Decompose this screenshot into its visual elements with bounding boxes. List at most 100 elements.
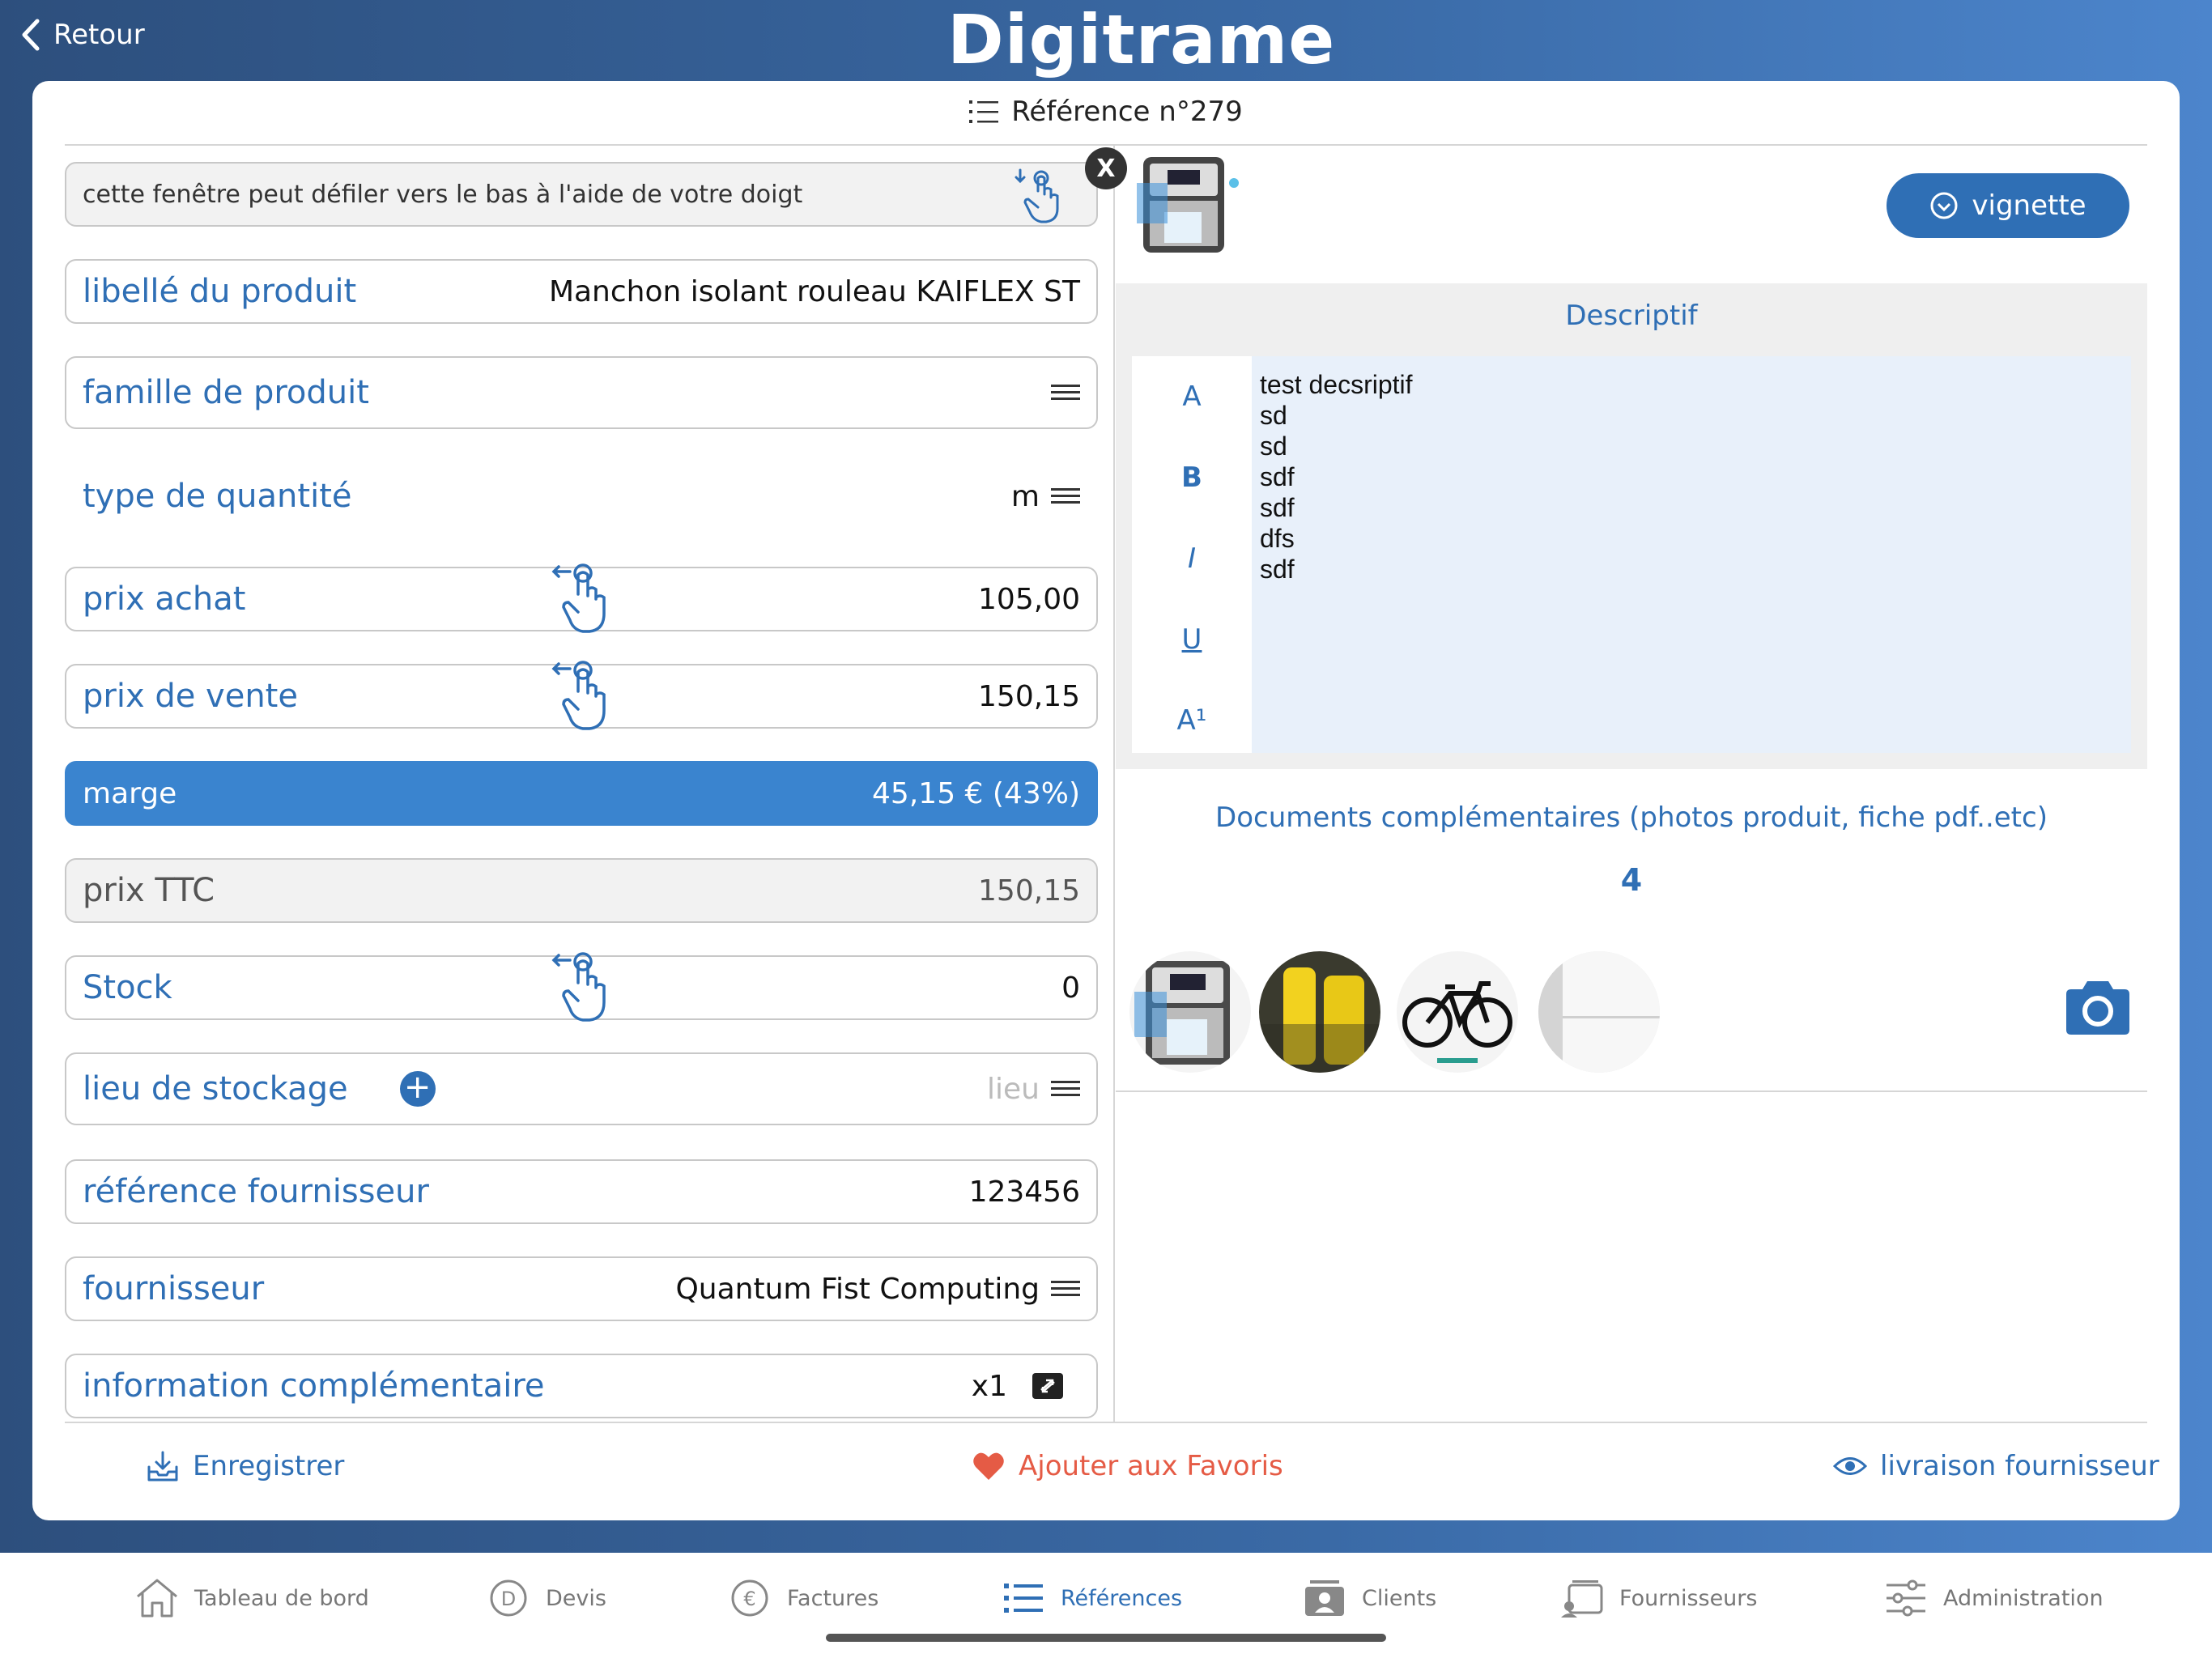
product-family-field[interactable]: famille de produit [65, 356, 1098, 429]
save-tray-icon [147, 1451, 178, 1482]
tab-label: Administration [1943, 1585, 2104, 1611]
description-line: dfs [1260, 524, 1295, 553]
format-toolbar: A B I U A¹ [1132, 356, 1252, 753]
description-line: sd [1260, 401, 1287, 430]
storage-location-value: lieu [987, 1073, 1080, 1106]
supplier-delivery-button[interactable]: livraison fournisseur [1833, 1449, 2159, 1483]
documents-title: Documents complémentaires (photos produi… [1215, 801, 2048, 834]
field-label: prix TTC [83, 872, 215, 909]
reference-number: Référence n°279 [1011, 96, 1243, 128]
app-logo: Digitrame [947, 0, 1336, 79]
field-label: famille de produit [83, 374, 369, 411]
swipe-down-hand-icon [1015, 168, 1059, 223]
download-circle-icon [1930, 192, 1958, 219]
superscript-button[interactable]: A¹ [1132, 704, 1252, 737]
description-line: sdf [1260, 555, 1295, 584]
product-label-value: Manchon isolant rouleau KAIFLEX ST [548, 274, 1080, 308]
divider [65, 1422, 2147, 1423]
back-button[interactable]: Retour [19, 18, 145, 52]
additional-info-value: x1 [972, 1370, 1080, 1403]
heart-icon [973, 1452, 1004, 1480]
delivery-label: livraison fournisseur [1880, 1450, 2159, 1482]
tab-label: Clients [1362, 1585, 1437, 1611]
quantity-type-value: m [1011, 480, 1080, 513]
product-label-field[interactable]: libellé du produit Manchon isolant roule… [65, 259, 1098, 324]
menu-icon [1051, 385, 1080, 400]
storage-location-field[interactable]: lieu de stockage + lieu [65, 1052, 1098, 1125]
tab-label: Factures [787, 1585, 879, 1611]
document-thumbnail[interactable] [1259, 951, 1380, 1073]
purchase-price-value: 105,00 [978, 582, 1080, 616]
tab-dashboard[interactable]: Tableau de bord [134, 1577, 369, 1619]
field-label: référence fournisseur [83, 1173, 429, 1210]
reference-card: Référence n°279 cette fenêtre peut défil… [32, 81, 2180, 1520]
tab-clients[interactable]: Clients [1302, 1577, 1436, 1619]
tab-factures[interactable]: € Factures [727, 1577, 878, 1619]
menu-icon [1051, 1081, 1080, 1096]
description-line: sdf [1260, 462, 1295, 491]
save-label: Enregistrer [193, 1450, 345, 1482]
list-icon [969, 100, 999, 123]
card-title: Référence n°279 [32, 96, 2180, 128]
location-placeholder: lieu [987, 1072, 1040, 1106]
quantity-unit: m [1010, 479, 1040, 513]
document-thumbnail[interactable] [1129, 951, 1251, 1073]
description-line: sdf [1260, 493, 1295, 522]
supplier-icon [1561, 1580, 1603, 1618]
field-label: Stock [83, 969, 172, 1006]
font-size-button[interactable]: A [1132, 380, 1252, 413]
add-favorite-button[interactable]: Ajouter aux Favoris [972, 1449, 1283, 1483]
bottom-tab-bar: Tableau de bord D Devis € Factures Référ… [0, 1553, 2212, 1658]
additional-info-field[interactable]: information complémentaire x1 [65, 1354, 1098, 1418]
supplier-field[interactable]: fournisseur Quantum Fist Computing [65, 1256, 1098, 1321]
devis-icon: D [490, 1579, 527, 1617]
tab-label: Fournisseurs [1619, 1585, 1758, 1611]
svg-text:€: € [743, 1588, 755, 1610]
document-thumbnail[interactable] [1538, 951, 1660, 1073]
sale-price-value: 150,15 [978, 679, 1080, 713]
tab-devis[interactable]: D Devis [486, 1577, 606, 1619]
client-icon [1305, 1580, 1344, 1616]
tab-label: Devis [546, 1585, 606, 1611]
expand-icon[interactable] [1032, 1372, 1064, 1400]
vignette-button[interactable]: vignette [1887, 173, 2129, 238]
favorite-label: Ajouter aux Favoris [1019, 1450, 1283, 1482]
save-button[interactable]: Enregistrer [146, 1449, 344, 1483]
scroll-hint-text: cette fenêtre peut défiler vers le bas à… [83, 180, 803, 209]
close-hint-button[interactable]: X [1085, 147, 1127, 189]
document-thumbnail[interactable] [1397, 951, 1518, 1073]
price-ttc-field: prix TTC 150,15 [65, 858, 1098, 923]
tab-label: Tableau de bord [194, 1585, 369, 1611]
field-label: prix de vente [83, 678, 298, 715]
bold-button[interactable]: B [1132, 461, 1252, 494]
field-label: lieu de stockage [83, 1070, 348, 1107]
description-editor[interactable]: test decsriptif sd sd sdf sdf dfs sdf [1252, 356, 2131, 753]
chevron-left-icon [22, 19, 40, 51]
supplier-value: Quantum Fist Computing [675, 1273, 1080, 1306]
documents-count: 4 [1620, 862, 1643, 898]
quantity-type-field[interactable]: type de quantité m [65, 460, 1098, 533]
home-indicator[interactable] [826, 1634, 1386, 1642]
divider [65, 144, 2147, 146]
field-label: type de quantité [83, 478, 352, 515]
eye-icon [1833, 1457, 1867, 1475]
supplier-reference-field[interactable]: référence fournisseur 123456 [65, 1159, 1098, 1224]
tab-administration[interactable]: Administration [1883, 1577, 2104, 1619]
description-line: sd [1260, 432, 1287, 461]
svg-text:D: D [501, 1588, 516, 1610]
tab-references[interactable]: Références [1001, 1577, 1182, 1619]
column-divider [1113, 146, 1115, 1423]
product-thumbnail[interactable] [1135, 147, 1240, 261]
info-multiplier: x1 [971, 1369, 1007, 1403]
tab-fournisseurs[interactable]: Fournisseurs [1559, 1577, 1757, 1619]
camera-icon[interactable] [2063, 980, 2133, 1036]
menu-icon [1051, 1281, 1080, 1296]
divider [1116, 1090, 2147, 1092]
list-icon [1004, 1584, 1043, 1613]
italic-button[interactable]: I [1132, 542, 1252, 575]
underline-button[interactable]: U [1132, 623, 1252, 656]
add-location-button[interactable]: + [399, 1071, 436, 1107]
swipe-hand-icon [551, 563, 606, 633]
price-ttc-value: 150,15 [978, 874, 1080, 908]
scroll-hint: cette fenêtre peut défiler vers le bas à… [65, 162, 1098, 227]
